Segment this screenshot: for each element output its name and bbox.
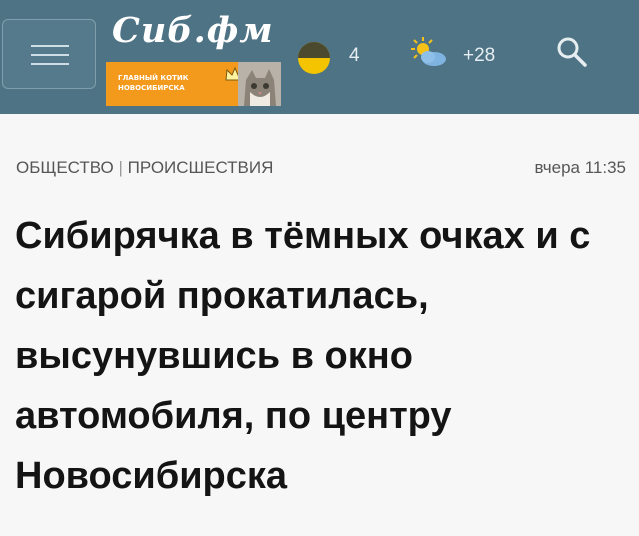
category-link[interactable]: ОБЩЕСТВО — [16, 158, 114, 177]
search-icon[interactable] — [555, 35, 589, 69]
breadcrumb-separator: | — [118, 158, 123, 177]
breadcrumb: ОБЩЕСТВО | ПРОИСШЕСТВИЯ — [16, 158, 273, 178]
temperature-value: +28 — [463, 45, 496, 66]
article-title: Сибирячка в тёмных очках и с сигарой про… — [15, 215, 591, 497]
menu-button[interactable] — [2, 19, 96, 89]
promo-text: ГЛАВНЫЙ КОТИК НОВОСИБИРСКА — [118, 73, 228, 93]
article-meta: ОБЩЕСТВО | ПРОИСШЕСТВИЯ вчера 11:35 — [0, 158, 639, 182]
subcategory-link[interactable]: ПРОИСШЕСТВИЯ — [128, 158, 274, 177]
site-logo[interactable]: Сиб.фм — [112, 10, 274, 51]
top-bar: Сиб.фм ГЛАВНЫЙ КОТИК НОВОСИБИРСКА 4 +28 — [0, 0, 639, 114]
promo-banner[interactable]: ГЛАВНЫЙ КОТИК НОВОСИБИРСКА — [106, 62, 281, 106]
promo-line-1: ГЛАВНЫЙ КОТИК — [118, 74, 189, 82]
promo-line-2: НОВОСИБИРСКА — [118, 84, 185, 92]
publish-time: вчера 11:35 — [534, 158, 627, 177]
partly-sunny-icon — [411, 37, 446, 66]
moon-icon — [298, 42, 330, 74]
moon-phase-value: 4 — [349, 45, 360, 66]
cat-icon — [238, 62, 281, 106]
